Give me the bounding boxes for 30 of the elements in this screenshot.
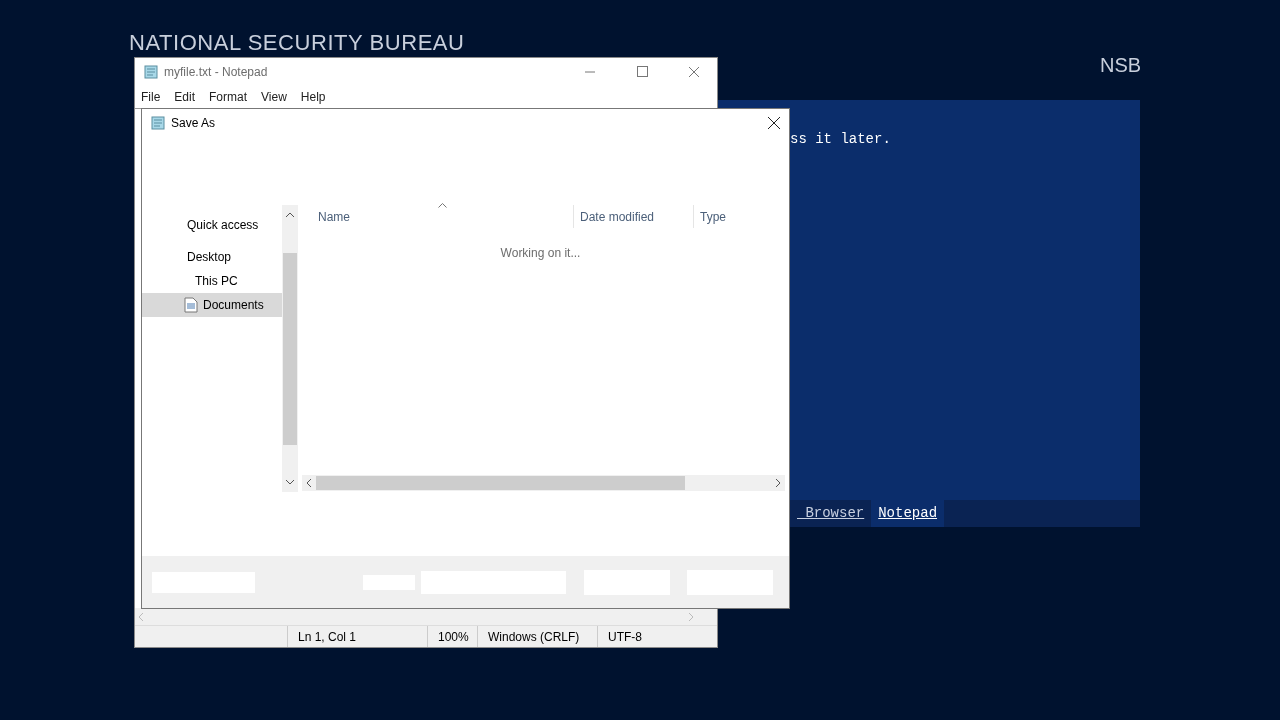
status-text: Windows (CRLF) bbox=[477, 626, 597, 647]
menu-item[interactable]: Help bbox=[300, 88, 326, 106]
menu-item[interactable]: Format bbox=[209, 88, 248, 106]
notepad-icon bbox=[151, 116, 165, 130]
panel-tab[interactable]: Notepad bbox=[871, 500, 945, 527]
menu-item[interactable]: View bbox=[261, 88, 287, 106]
nav-item[interactable]: Documents bbox=[142, 293, 282, 317]
nav-item[interactable]: Quick access bbox=[142, 213, 282, 237]
notepad-icon bbox=[144, 65, 158, 79]
status-text: Ln 1, Col 1 bbox=[287, 626, 427, 647]
menu-item[interactable]: File bbox=[141, 88, 161, 106]
window-title: myfile.txt - Notepad bbox=[164, 64, 268, 81]
status-text: UTF-8 bbox=[597, 626, 677, 647]
terminal-text: ss it later. bbox=[790, 131, 891, 147]
menu-item[interactable]: Edit bbox=[174, 88, 196, 106]
column-header[interactable]: Type bbox=[693, 205, 773, 228]
scrollbar-thumb[interactable] bbox=[283, 253, 297, 445]
panel-tab[interactable]: Browser bbox=[790, 500, 872, 527]
site-logo: NSB bbox=[1100, 53, 1142, 78]
dialog-title: Save As bbox=[171, 115, 216, 132]
nav-item[interactable]: Desktop bbox=[142, 245, 282, 269]
close-icon[interactable] bbox=[767, 116, 781, 130]
document-icon bbox=[184, 297, 198, 313]
loading-message: Working on it... bbox=[500, 245, 581, 262]
column-header[interactable]: Name bbox=[298, 205, 573, 228]
nav-item[interactable]: This PC bbox=[142, 269, 282, 293]
page-heading: NATIONAL SECURITY BUREAU bbox=[129, 30, 465, 56]
status-text: 100% bbox=[427, 626, 477, 647]
scrollbar-thumb[interactable] bbox=[316, 476, 685, 490]
column-header[interactable]: Date modified bbox=[573, 205, 693, 228]
